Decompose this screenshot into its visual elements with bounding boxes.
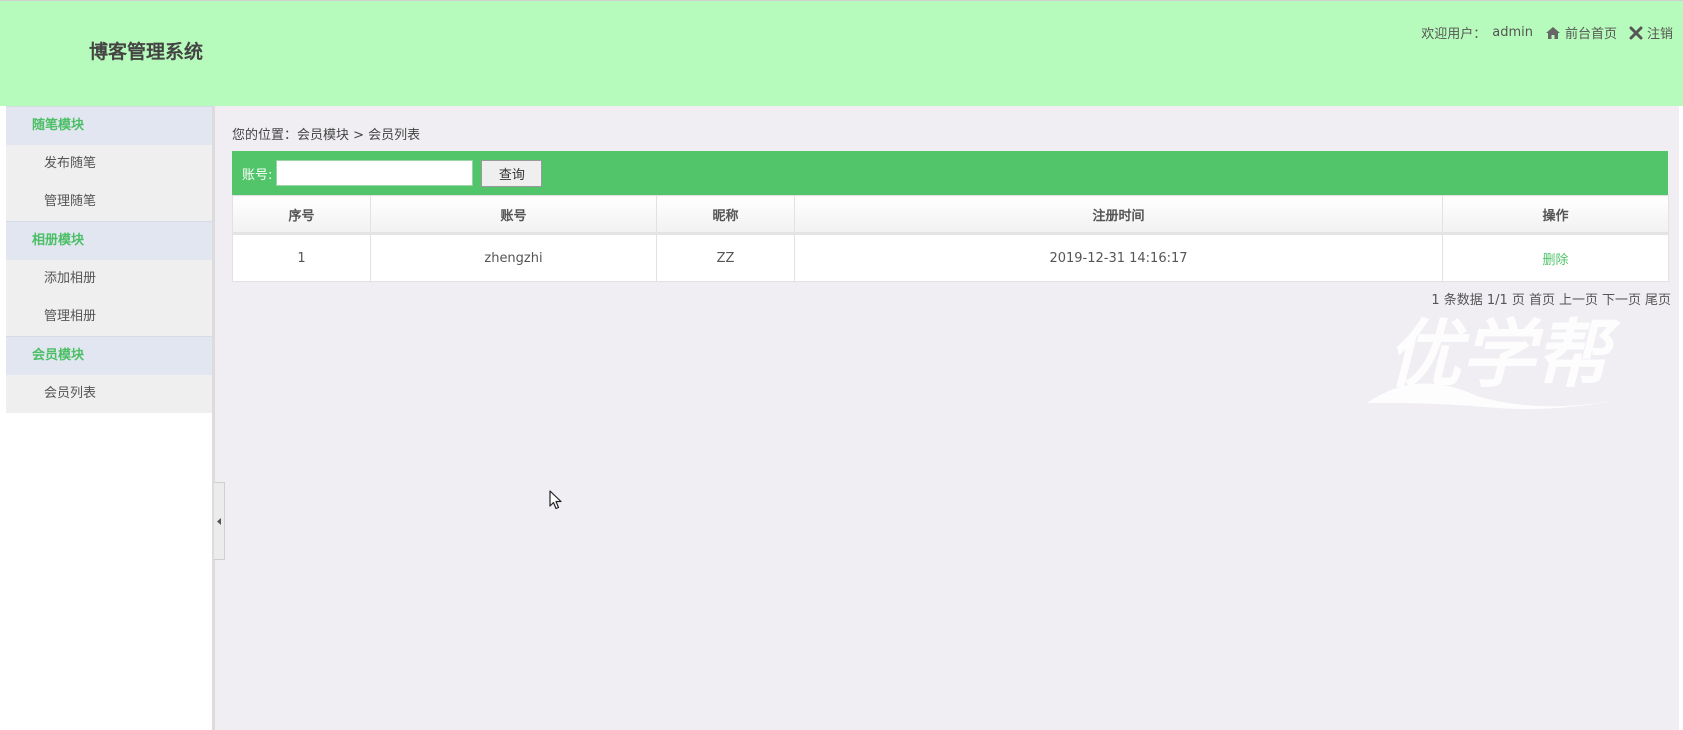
home-link-label: 前台首页 xyxy=(1564,27,1617,42)
account-search-label: 账号: xyxy=(242,167,273,183)
username: admin xyxy=(1492,25,1533,40)
mouse-cursor-icon xyxy=(549,490,562,510)
member-table: 序号 账号 昵称 注册时间 操作 1 zhengzhi ZZ 2019-12-3… xyxy=(232,195,1669,282)
query-button[interactable]: 查询 xyxy=(481,159,543,187)
logout-link[interactable]: 注销 xyxy=(1629,23,1673,42)
first-page-link[interactable]: 首页 xyxy=(1529,289,1555,308)
sidebar-section-albums[interactable]: 相册模块 xyxy=(6,221,213,260)
pagination: 1 条数据 1/1 页 首页 上一页 下一页 尾页 xyxy=(1431,289,1671,308)
last-page-link[interactable]: 尾页 xyxy=(1645,289,1671,308)
sidebar-item-manage-notes[interactable]: 管理随笔 xyxy=(6,183,213,221)
table-header-row: 序号 账号 昵称 注册时间 操作 xyxy=(232,195,1669,235)
column-header-registered: 注册时间 xyxy=(794,195,1443,235)
column-header-action: 操作 xyxy=(1442,195,1669,235)
welcome-label: 欢迎用户： xyxy=(1421,27,1487,42)
cell-account: zhengzhi xyxy=(370,233,657,282)
watermark-logo: 优学帮 xyxy=(1367,312,1669,410)
logout-link-label: 注销 xyxy=(1646,27,1673,42)
breadcrumb: 您的位置：会员模块 > 会员列表 xyxy=(232,128,421,143)
cell-action: 删除 xyxy=(1442,233,1669,282)
delete-link[interactable]: 删除 xyxy=(1542,253,1568,268)
pagination-summary: 1 条数据 1/1 页 xyxy=(1431,293,1525,308)
sidebar-menu: 随笔模块 发布随笔 管理随笔 相册模块 添加相册 管理相册 会员模块 会员列表 xyxy=(6,106,213,413)
close-icon xyxy=(1629,26,1643,39)
sidebar-item-publish-note[interactable]: 发布随笔 xyxy=(6,145,213,183)
top-header: 博客管理系统 欢迎用户： admin 前台首页 注销 xyxy=(0,0,1683,106)
cell-registered: 2019-12-31 14:16:17 xyxy=(794,233,1443,282)
sidebar-item-add-album[interactable]: 添加相册 xyxy=(6,260,213,298)
column-header-account: 账号 xyxy=(370,195,657,235)
home-link[interactable]: 前台首页 xyxy=(1545,23,1617,42)
sidebar-item-member-list[interactable]: 会员列表 xyxy=(6,375,213,413)
app-title: 博客管理系统 xyxy=(89,41,204,63)
sidebar-item-manage-albums[interactable]: 管理相册 xyxy=(6,298,213,336)
scrollbar-track[interactable] xyxy=(1679,106,1683,730)
collapse-arrow-icon xyxy=(216,517,221,525)
main-content: 您的位置：会员模块 > 会员列表 账号: 查询 序号 账号 昵称 注册时间 操作… xyxy=(215,106,1683,730)
cell-nickname: ZZ xyxy=(656,233,795,282)
table-row: 1 zhengzhi ZZ 2019-12-31 14:16:17 删除 xyxy=(232,233,1669,282)
sidebar-collapse-handle[interactable] xyxy=(214,482,225,560)
home-icon xyxy=(1545,26,1560,39)
column-header-index: 序号 xyxy=(232,195,371,235)
next-page-link[interactable]: 下一页 xyxy=(1602,289,1641,308)
account-search-input[interactable] xyxy=(276,160,474,186)
sidebar-section-notes[interactable]: 随笔模块 xyxy=(6,106,213,145)
search-bar: 账号: 查询 xyxy=(232,151,1668,195)
cell-index: 1 xyxy=(232,233,371,282)
user-toolbar: 欢迎用户： admin 前台首页 注销 xyxy=(1421,23,1673,42)
prev-page-link[interactable]: 上一页 xyxy=(1559,289,1598,308)
column-header-nickname: 昵称 xyxy=(656,195,795,235)
sidebar-section-members[interactable]: 会员模块 xyxy=(6,336,213,375)
sidebar: 随笔模块 发布随笔 管理随笔 相册模块 添加相册 管理相册 会员模块 会员列表 xyxy=(0,106,214,730)
